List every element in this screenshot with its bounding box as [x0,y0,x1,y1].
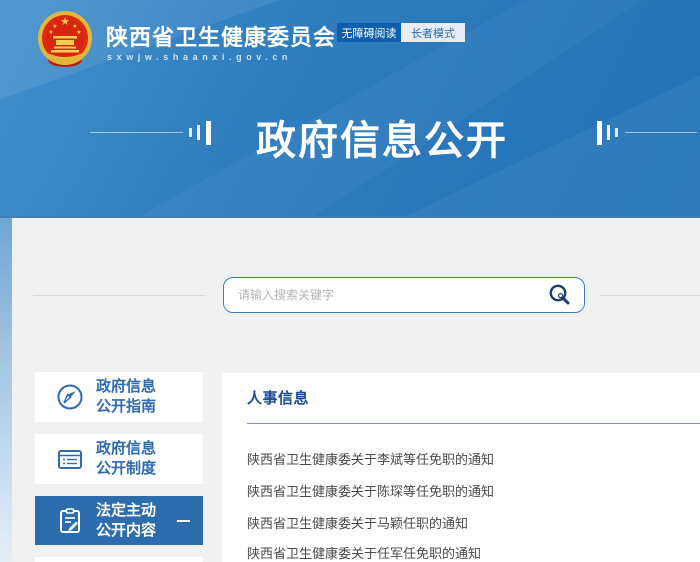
svg-text:★: ★ [72,23,77,30]
section-title: 人事信息 [247,387,309,408]
banner-deco-bars-right [597,121,602,145]
sidebar-nav: 政府信息 公开指南 政府信息 公开制度 [35,372,203,562]
article-list-item[interactable]: 陕西省卫生健康委关于马颖任职的通知 2 [247,512,700,532]
sidebar-item-statutory-disclosure[interactable]: 法定主动 公开内容 [35,496,203,545]
banner-deco-bars-right [607,125,610,140]
main-panel: 政府信息 公开指南 政府信息 公开制度 [12,218,700,562]
svg-text:★: ★ [76,29,81,36]
search-divider-left [33,295,205,296]
banner-deco-bars-left [189,128,192,137]
sidebar-item-label: 政府信息 公开指南 [96,377,156,417]
clipboard-icon [55,506,85,536]
top-buttons: 无障碍阅读 长者模式 [337,23,465,42]
svg-text:★: ★ [48,29,53,36]
section-title-rule [247,423,700,424]
article-title[interactable]: 陕西省卫生健康委关于陈琛等任免职的通知 [247,481,494,500]
search-box [223,277,585,313]
banner-deco-line-left [90,132,183,133]
banner-deco-bars-left [206,121,211,145]
article-title[interactable]: 陕西省卫生健康委关于李斌等任免职的通知 [247,449,494,468]
national-emblem-logo[interactable]: ★ ★ ★ ★ ★ [33,8,97,72]
compass-icon [55,382,85,412]
collapse-dash-icon[interactable] [177,520,190,522]
hero-banner: ★ ★ ★ ★ ★ 陕西省卫生健康委员会 sxwjw.shaanxi.gov.c… [0,0,700,218]
banner-deco-bars-left [197,125,200,140]
sidebar-item-gov-info-guide[interactable]: 政府信息 公开指南 [35,372,203,422]
sidebar-item-gov-info-system[interactable]: 政府信息 公开制度 [35,434,203,484]
svg-text:★: ★ [60,16,70,28]
page-title: 政府信息公开 [256,108,508,166]
search-input[interactable] [238,288,548,302]
site-title: 陕西省卫生健康委员会 [106,20,336,52]
left-gradient-strip [0,218,12,562]
elder-mode-button[interactable]: 长者模式 [401,23,465,42]
book-icon [55,444,85,474]
search-icon[interactable] [548,283,572,307]
article-list-item[interactable]: 陕西省卫生健康委关于陈琛等任免职的通知 2 [247,480,700,500]
sidebar-item-label: 政府信息 公开制度 [96,439,156,479]
article-title[interactable]: 陕西省卫生健康委关于马颖任职的通知 [247,513,468,532]
site-domain: sxwjw.shaanxi.gov.cn [107,52,292,62]
page: ★ ★ ★ ★ ★ 陕西省卫生健康委员会 sxwjw.shaanxi.gov.c… [0,0,700,562]
sidebar-item-partial[interactable] [35,557,203,562]
banner-title-row: 政府信息公开 [0,108,700,156]
article-list-item[interactable]: 陕西省卫生健康委关于任军任免职的通知 2 [247,542,700,562]
article-title[interactable]: 陕西省卫生健康委关于任军任免职的通知 [247,543,481,562]
article-list-item[interactable]: 陕西省卫生健康委关于李斌等任免职的通知 2 [247,448,700,468]
accessibility-reading-button[interactable]: 无障碍阅读 [337,23,401,42]
svg-text:★: ★ [52,23,57,30]
banner-deco-line-right [625,132,697,133]
content-card: 人事信息 陕西省卫生健康委关于李斌等任免职的通知 2 陕西省卫生健康委关于陈琛等… [222,373,700,562]
search-divider-right [600,295,700,296]
banner-deco-bars-right [615,128,618,137]
sidebar-item-label: 法定主动 公开内容 [96,501,156,541]
